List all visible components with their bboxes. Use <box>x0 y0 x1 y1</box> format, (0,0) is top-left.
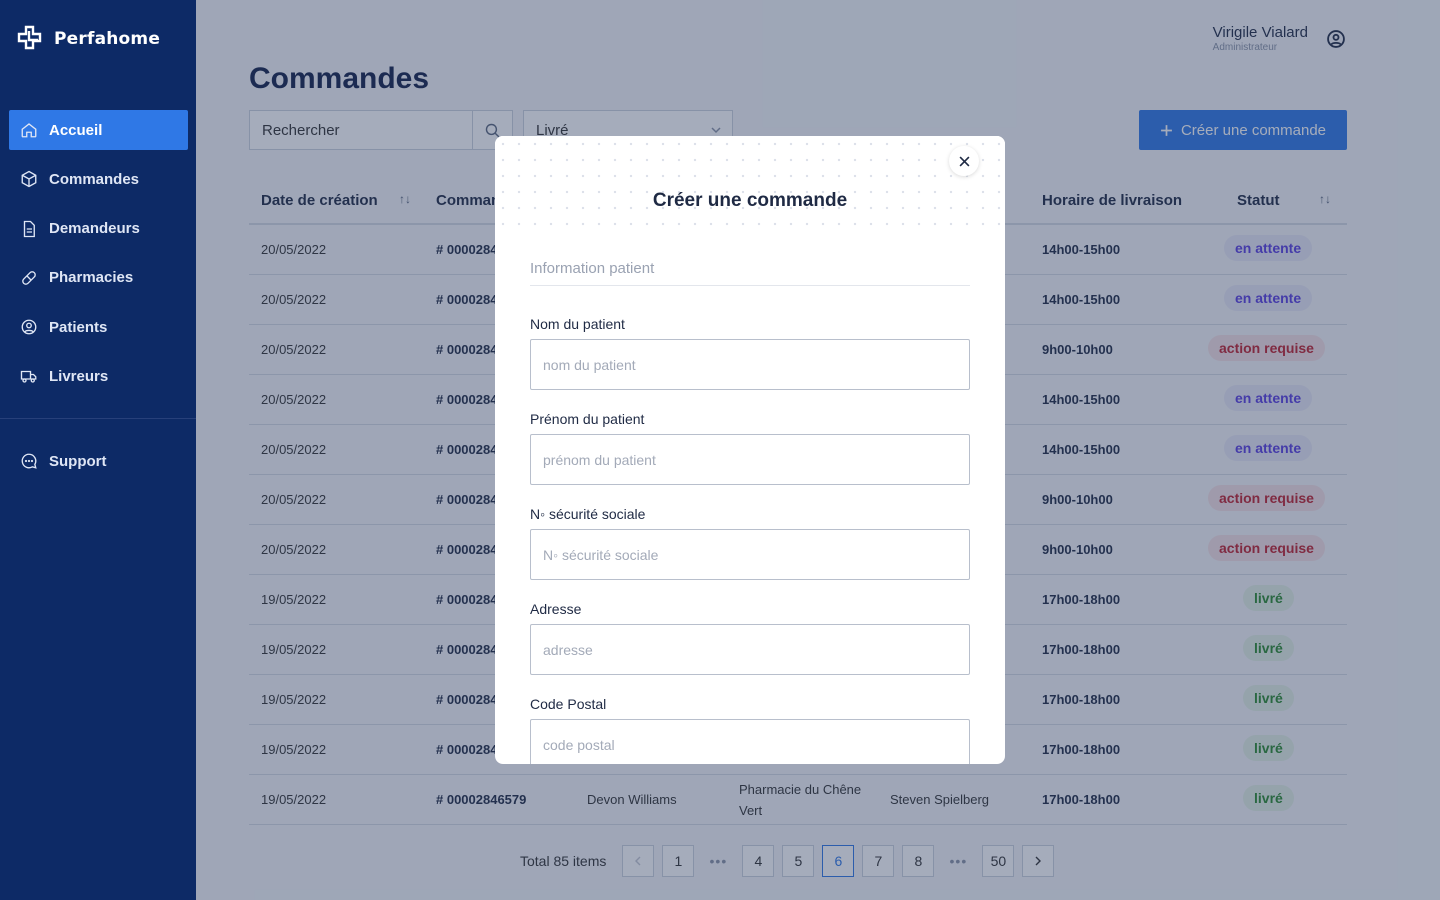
field-label-code-postal: Code Postal <box>530 696 607 712</box>
sidebar-item-label: Patients <box>49 318 108 336</box>
social-security-input[interactable]: N◦ sécurité sociale <box>530 529 970 580</box>
package-icon <box>21 171 37 188</box>
sidebar-item-commandes[interactable]: Commandes <box>9 159 188 199</box>
field-label-adresse: Adresse <box>530 601 582 617</box>
close-button[interactable] <box>949 146 979 176</box>
sidebar-support-group: Support <box>9 441 188 490</box>
sidebar-item-livreurs[interactable]: Livreurs <box>9 356 188 396</box>
pill-icon <box>22 271 36 285</box>
sidebar-item-label: Commandes <box>49 170 140 188</box>
sidebar-divider <box>0 418 196 419</box>
chat-icon <box>21 453 37 469</box>
modal-header: Créer une commande <box>495 136 1005 236</box>
modal-title: Créer une commande <box>652 190 848 211</box>
document-icon <box>23 220 35 237</box>
logo-icon <box>17 25 42 50</box>
sidebar-item-demandeurs[interactable]: Demandeurs <box>9 209 188 249</box>
sidebar-item-patients[interactable]: Patients <box>9 307 188 347</box>
brand-name: Perfahome <box>54 29 161 49</box>
address-input[interactable]: adresse <box>530 624 970 675</box>
patient-lastname-input[interactable]: nom du patient <box>530 339 970 390</box>
patient-firstname-input[interactable]: prénom du patient <box>530 434 970 485</box>
sidebar-item-support[interactable]: Support <box>9 441 188 481</box>
sidebar-nav: Accueil Commandes Demandeurs Pharmacies … <box>9 110 188 406</box>
truck-icon <box>20 371 37 384</box>
field-label-nom: Nom du patient <box>530 316 625 332</box>
sidebar-item-label: Support <box>49 452 107 470</box>
create-order-modal: Créer une commande Information patient N… <box>495 136 1005 764</box>
user-circle-icon <box>21 319 37 335</box>
field-label-prenom: Prénom du patient <box>530 411 645 427</box>
sidebar-item-label: Demandeurs <box>49 220 140 238</box>
sidebar-item-label: Pharmacies <box>49 269 134 287</box>
sidebar-item-label: Livreurs <box>49 367 109 385</box>
sidebar-item-pharmacies[interactable]: Pharmacies <box>9 258 188 298</box>
close-icon <box>959 156 969 166</box>
section-title: Information patient <box>530 260 970 286</box>
field-label-secu: N◦ sécurité sociale <box>530 506 646 522</box>
home-icon <box>21 123 37 138</box>
sidebar-item-label: Accueil <box>49 121 103 139</box>
sidebar-item-accueil[interactable]: Accueil <box>9 110 188 150</box>
postal-code-input[interactable]: code postal <box>530 719 970 764</box>
sidebar: Perfahome Accueil Commandes Demandeurs P… <box>0 0 196 900</box>
brand-logo[interactable]: Perfahome <box>16 24 160 54</box>
